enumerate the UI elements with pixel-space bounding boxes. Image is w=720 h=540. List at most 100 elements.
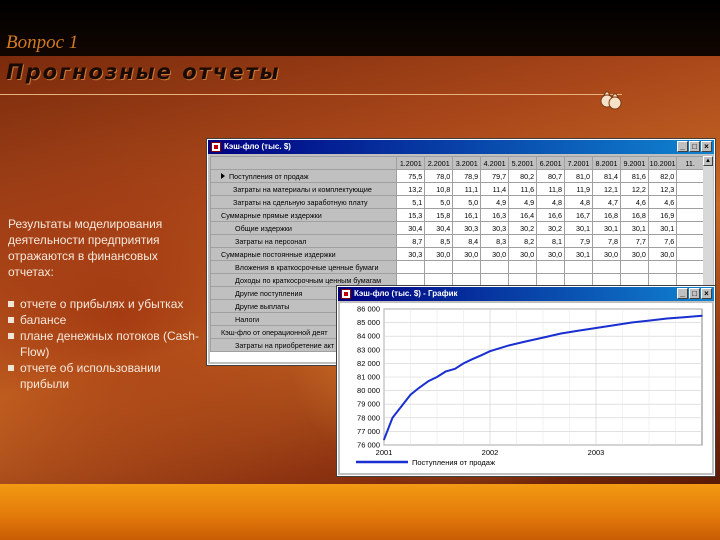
table-cell[interactable] (564, 273, 593, 287)
table-cell[interactable] (676, 234, 704, 248)
table-cell[interactable]: 81,6 (619, 169, 649, 183)
table-cell[interactable]: 78,9 (452, 169, 482, 183)
table-cell[interactable] (424, 273, 454, 287)
table-row[interactable]: Суммарные постоянные издержки 30,3 30,0 30,… (210, 247, 704, 261)
table-cell[interactable] (676, 208, 704, 222)
column-header[interactable]: 10.2001 (647, 156, 678, 170)
table-cell[interactable]: 79,7 (480, 169, 510, 183)
table-row[interactable]: Общие издержки 30,4 30,4 30,3 30,3 30,2 30,2 30… (210, 221, 704, 235)
row-label[interactable]: Суммарные прямые издержки (210, 208, 398, 222)
table-cell[interactable] (592, 260, 621, 274)
table-cell[interactable]: 8,2 (508, 234, 538, 248)
table-cell[interactable]: 4,9 (508, 195, 538, 209)
table-cell[interactable]: 30,0 (619, 247, 649, 261)
table-row[interactable]: Доходы по краткосрочным ценным бумагам (210, 273, 704, 287)
table-cell[interactable]: 8,4 (452, 234, 482, 248)
table-cell[interactable]: 30,1 (564, 221, 593, 235)
table-cell[interactable]: 4,6 (619, 195, 649, 209)
table-cell[interactable]: 80,2 (508, 169, 538, 183)
row-label[interactable]: Суммарные постоянные издержки (210, 247, 398, 261)
maximize-button[interactable]: □ (689, 141, 700, 152)
row-label[interactable]: Затраты на персонал (210, 234, 398, 248)
table-cell[interactable]: 10,8 (424, 182, 454, 196)
table-cell[interactable]: 30,1 (647, 221, 678, 235)
table-cell[interactable] (619, 273, 649, 287)
table-cell[interactable] (536, 260, 566, 274)
table-cell[interactable]: 16,7 (564, 208, 593, 222)
table-cell[interactable]: 16,1 (452, 208, 482, 222)
table-cell[interactable]: 30,3 (452, 221, 482, 235)
table-cell[interactable]: 4,8 (536, 195, 566, 209)
table-cell[interactable] (619, 260, 649, 274)
table-cell[interactable]: 30,0 (536, 247, 566, 261)
row-label[interactable]: Затраты на материалы и комплектующие (210, 182, 398, 196)
table-cell[interactable]: 15,8 (424, 208, 454, 222)
table-cell[interactable]: 7,8 (592, 234, 621, 248)
table-cell[interactable]: 7,9 (564, 234, 593, 248)
table-cell[interactable]: 30,4 (396, 221, 426, 235)
table-cell[interactable]: 11,8 (536, 182, 566, 196)
table-cell[interactable] (676, 260, 704, 274)
table-cell[interactable]: 75,5 (396, 169, 426, 183)
maximize-button[interactable]: □ (689, 288, 700, 299)
column-header[interactable]: 8.2001 (592, 156, 621, 170)
table-cell[interactable]: 81,4 (592, 169, 621, 183)
table-cell[interactable] (647, 273, 678, 287)
table-cell[interactable]: 30,1 (564, 247, 593, 261)
row-label[interactable]: Общие издержки (210, 221, 398, 235)
table-cell[interactable]: 5,0 (424, 195, 454, 209)
table-cell[interactable] (592, 273, 621, 287)
minimize-button[interactable]: _ (677, 141, 688, 152)
table-cell[interactable]: 12,3 (647, 182, 678, 196)
row-label[interactable]: Вложения в краткосрочные ценные бумаги (210, 260, 398, 274)
table-cell[interactable] (564, 260, 593, 274)
table-row[interactable]: Затраты на материалы и комплектующие 13,2… (210, 182, 704, 196)
table-cell[interactable]: 16,8 (619, 208, 649, 222)
table-cell[interactable] (508, 260, 538, 274)
table-cell[interactable] (676, 169, 704, 183)
table-cell[interactable]: 4,8 (564, 195, 593, 209)
table-cell[interactable]: 81,0 (564, 169, 593, 183)
table-cell[interactable]: 4,7 (592, 195, 621, 209)
column-header[interactable]: 4.2001 (480, 156, 510, 170)
table-cell[interactable]: 4,6 (647, 195, 678, 209)
table-cell[interactable]: 16,9 (647, 208, 678, 222)
table-cell[interactable]: 30,3 (396, 247, 426, 261)
row-label[interactable]: Затраты на сдельную заработную плату (210, 195, 398, 209)
table-cell[interactable]: 16,8 (592, 208, 621, 222)
table-cell[interactable]: 16,6 (536, 208, 566, 222)
table-cell[interactable]: 78,0 (424, 169, 454, 183)
table-cell[interactable] (424, 260, 454, 274)
table-cell[interactable] (452, 273, 482, 287)
close-button[interactable]: × (701, 288, 712, 299)
column-header[interactable]: 9.2001 (619, 156, 649, 170)
row-label[interactable]: Доходы по краткосрочным ценным бумагам (210, 273, 398, 287)
table-cell[interactable]: 30,2 (536, 221, 566, 235)
table-cell[interactable] (676, 247, 704, 261)
table-cell[interactable]: 12,1 (592, 182, 621, 196)
table-cell[interactable]: 30,2 (508, 221, 538, 235)
table-cell[interactable]: 5,1 (396, 195, 426, 209)
column-header[interactable]: 2.2001 (424, 156, 454, 170)
table-cell[interactable]: 12,2 (619, 182, 649, 196)
cash-flow-graph-window[interactable]: Кэш-фло (тыс. $) - График _ □ × 76 000 77… (336, 285, 716, 477)
table-cell[interactable] (452, 260, 482, 274)
table-row[interactable]: Затраты на сдельную заработную плату 5,1 5… (210, 195, 704, 209)
table-cell[interactable]: 5,0 (452, 195, 482, 209)
table-cell[interactable] (480, 260, 510, 274)
column-header[interactable]: 5.2001 (508, 156, 538, 170)
table-cell[interactable] (647, 260, 678, 274)
table-row[interactable]: Вложения в краткосрочные ценные бумаги (210, 260, 704, 274)
table-cell[interactable]: 8,5 (424, 234, 454, 248)
table-row[interactable]: Суммарные прямые издержки 15,3 15,8 16,1 16,… (210, 208, 704, 222)
table-cell[interactable] (396, 273, 426, 287)
table-cell[interactable]: 30,0 (508, 247, 538, 261)
table-cell[interactable]: 7,6 (647, 234, 678, 248)
column-header[interactable]: 6.2001 (536, 156, 566, 170)
table-cell[interactable]: 30,0 (452, 247, 482, 261)
table-cell[interactable]: 4,9 (480, 195, 510, 209)
table-cell[interactable] (676, 221, 704, 235)
minimize-button[interactable]: _ (677, 288, 688, 299)
column-header[interactable]: 7.2001 (564, 156, 593, 170)
close-button[interactable]: × (701, 141, 712, 152)
